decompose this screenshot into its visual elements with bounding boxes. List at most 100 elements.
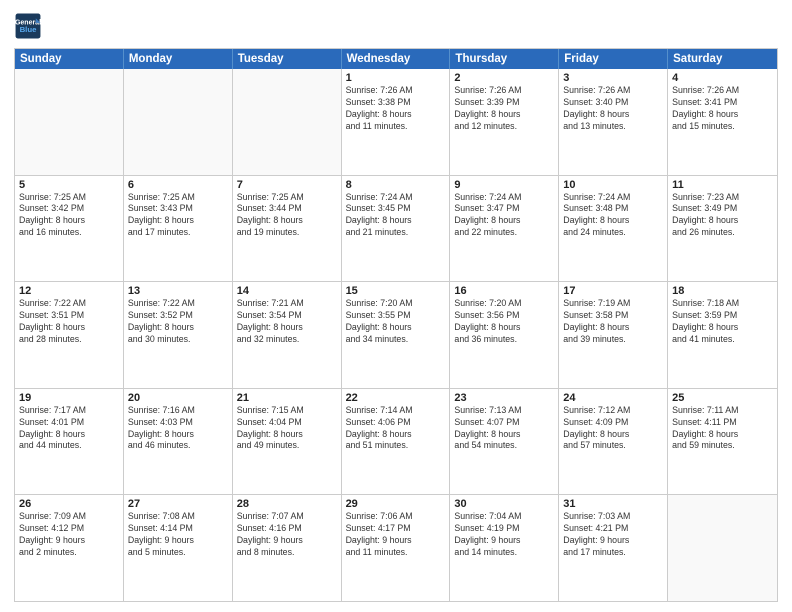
header-day-wednesday: Wednesday — [342, 49, 451, 69]
cell-info: Sunrise: 7:24 AM Sunset: 3:47 PM Dayligh… — [454, 192, 554, 240]
day-number: 29 — [346, 498, 446, 510]
calendar-cell: 10Sunrise: 7:24 AM Sunset: 3:48 PM Dayli… — [559, 176, 668, 282]
calendar-cell: 15Sunrise: 7:20 AM Sunset: 3:55 PM Dayli… — [342, 282, 451, 388]
cell-info: Sunrise: 7:18 AM Sunset: 3:59 PM Dayligh… — [672, 298, 773, 346]
calendar-row-4: 26Sunrise: 7:09 AM Sunset: 4:12 PM Dayli… — [15, 494, 777, 601]
header-day-tuesday: Tuesday — [233, 49, 342, 69]
header-day-thursday: Thursday — [450, 49, 559, 69]
calendar-cell — [233, 69, 342, 175]
day-number: 24 — [563, 392, 663, 404]
day-number: 26 — [19, 498, 119, 510]
day-number: 20 — [128, 392, 228, 404]
cell-info: Sunrise: 7:26 AM Sunset: 3:41 PM Dayligh… — [672, 85, 773, 133]
header-day-friday: Friday — [559, 49, 668, 69]
cell-info: Sunrise: 7:07 AM Sunset: 4:16 PM Dayligh… — [237, 511, 337, 559]
calendar-cell: 20Sunrise: 7:16 AM Sunset: 4:03 PM Dayli… — [124, 389, 233, 495]
cell-info: Sunrise: 7:25 AM Sunset: 3:42 PM Dayligh… — [19, 192, 119, 240]
header-day-sunday: Sunday — [15, 49, 124, 69]
cell-info: Sunrise: 7:23 AM Sunset: 3:49 PM Dayligh… — [672, 192, 773, 240]
day-number: 11 — [672, 179, 773, 191]
svg-text:Blue: Blue — [20, 25, 38, 34]
day-number: 1 — [346, 72, 446, 84]
cell-info: Sunrise: 7:04 AM Sunset: 4:19 PM Dayligh… — [454, 511, 554, 559]
calendar-cell: 8Sunrise: 7:24 AM Sunset: 3:45 PM Daylig… — [342, 176, 451, 282]
calendar-cell: 7Sunrise: 7:25 AM Sunset: 3:44 PM Daylig… — [233, 176, 342, 282]
cell-info: Sunrise: 7:08 AM Sunset: 4:14 PM Dayligh… — [128, 511, 228, 559]
calendar-cell: 23Sunrise: 7:13 AM Sunset: 4:07 PM Dayli… — [450, 389, 559, 495]
cell-info: Sunrise: 7:20 AM Sunset: 3:55 PM Dayligh… — [346, 298, 446, 346]
cell-info: Sunrise: 7:20 AM Sunset: 3:56 PM Dayligh… — [454, 298, 554, 346]
day-number: 18 — [672, 285, 773, 297]
day-number: 15 — [346, 285, 446, 297]
calendar-header: SundayMondayTuesdayWednesdayThursdayFrid… — [15, 49, 777, 69]
calendar-row-3: 19Sunrise: 7:17 AM Sunset: 4:01 PM Dayli… — [15, 388, 777, 495]
cell-info: Sunrise: 7:16 AM Sunset: 4:03 PM Dayligh… — [128, 405, 228, 453]
day-number: 21 — [237, 392, 337, 404]
cell-info: Sunrise: 7:22 AM Sunset: 3:51 PM Dayligh… — [19, 298, 119, 346]
calendar-cell: 12Sunrise: 7:22 AM Sunset: 3:51 PM Dayli… — [15, 282, 124, 388]
day-number: 8 — [346, 179, 446, 191]
cell-info: Sunrise: 7:13 AM Sunset: 4:07 PM Dayligh… — [454, 405, 554, 453]
calendar-cell: 27Sunrise: 7:08 AM Sunset: 4:14 PM Dayli… — [124, 495, 233, 601]
cell-info: Sunrise: 7:24 AM Sunset: 3:45 PM Dayligh… — [346, 192, 446, 240]
calendar-cell: 14Sunrise: 7:21 AM Sunset: 3:54 PM Dayli… — [233, 282, 342, 388]
calendar-row-2: 12Sunrise: 7:22 AM Sunset: 3:51 PM Dayli… — [15, 281, 777, 388]
cell-info: Sunrise: 7:22 AM Sunset: 3:52 PM Dayligh… — [128, 298, 228, 346]
day-number: 6 — [128, 179, 228, 191]
calendar-cell: 11Sunrise: 7:23 AM Sunset: 3:49 PM Dayli… — [668, 176, 777, 282]
cell-info: Sunrise: 7:09 AM Sunset: 4:12 PM Dayligh… — [19, 511, 119, 559]
cell-info: Sunrise: 7:17 AM Sunset: 4:01 PM Dayligh… — [19, 405, 119, 453]
cell-info: Sunrise: 7:06 AM Sunset: 4:17 PM Dayligh… — [346, 511, 446, 559]
day-number: 31 — [563, 498, 663, 510]
calendar-cell: 4Sunrise: 7:26 AM Sunset: 3:41 PM Daylig… — [668, 69, 777, 175]
day-number: 10 — [563, 179, 663, 191]
cell-info: Sunrise: 7:11 AM Sunset: 4:11 PM Dayligh… — [672, 405, 773, 453]
header-day-monday: Monday — [124, 49, 233, 69]
calendar-cell: 2Sunrise: 7:26 AM Sunset: 3:39 PM Daylig… — [450, 69, 559, 175]
day-number: 2 — [454, 72, 554, 84]
calendar-cell: 17Sunrise: 7:19 AM Sunset: 3:58 PM Dayli… — [559, 282, 668, 388]
day-number: 4 — [672, 72, 773, 84]
cell-info: Sunrise: 7:26 AM Sunset: 3:38 PM Dayligh… — [346, 85, 446, 133]
calendar-cell: 22Sunrise: 7:14 AM Sunset: 4:06 PM Dayli… — [342, 389, 451, 495]
cell-info: Sunrise: 7:12 AM Sunset: 4:09 PM Dayligh… — [563, 405, 663, 453]
calendar-cell: 9Sunrise: 7:24 AM Sunset: 3:47 PM Daylig… — [450, 176, 559, 282]
calendar-body: 1Sunrise: 7:26 AM Sunset: 3:38 PM Daylig… — [15, 69, 777, 601]
calendar-cell: 24Sunrise: 7:12 AM Sunset: 4:09 PM Dayli… — [559, 389, 668, 495]
calendar-cell: 18Sunrise: 7:18 AM Sunset: 3:59 PM Dayli… — [668, 282, 777, 388]
calendar-cell: 29Sunrise: 7:06 AM Sunset: 4:17 PM Dayli… — [342, 495, 451, 601]
calendar-cell — [668, 495, 777, 601]
day-number: 19 — [19, 392, 119, 404]
day-number: 12 — [19, 285, 119, 297]
logo-icon: General Blue — [14, 12, 42, 40]
calendar-row-1: 5Sunrise: 7:25 AM Sunset: 3:42 PM Daylig… — [15, 175, 777, 282]
calendar-cell: 16Sunrise: 7:20 AM Sunset: 3:56 PM Dayli… — [450, 282, 559, 388]
calendar-cell: 30Sunrise: 7:04 AM Sunset: 4:19 PM Dayli… — [450, 495, 559, 601]
day-number: 17 — [563, 285, 663, 297]
cell-info: Sunrise: 7:14 AM Sunset: 4:06 PM Dayligh… — [346, 405, 446, 453]
calendar-cell: 28Sunrise: 7:07 AM Sunset: 4:16 PM Dayli… — [233, 495, 342, 601]
cell-info: Sunrise: 7:15 AM Sunset: 4:04 PM Dayligh… — [237, 405, 337, 453]
day-number: 27 — [128, 498, 228, 510]
calendar-cell: 19Sunrise: 7:17 AM Sunset: 4:01 PM Dayli… — [15, 389, 124, 495]
calendar-cell: 1Sunrise: 7:26 AM Sunset: 3:38 PM Daylig… — [342, 69, 451, 175]
day-number: 9 — [454, 179, 554, 191]
calendar-cell — [124, 69, 233, 175]
calendar-row-0: 1Sunrise: 7:26 AM Sunset: 3:38 PM Daylig… — [15, 69, 777, 175]
logo: General Blue — [14, 12, 42, 40]
header-day-saturday: Saturday — [668, 49, 777, 69]
day-number: 5 — [19, 179, 119, 191]
cell-info: Sunrise: 7:25 AM Sunset: 3:44 PM Dayligh… — [237, 192, 337, 240]
day-number: 23 — [454, 392, 554, 404]
calendar-cell: 13Sunrise: 7:22 AM Sunset: 3:52 PM Dayli… — [124, 282, 233, 388]
cell-info: Sunrise: 7:26 AM Sunset: 3:40 PM Dayligh… — [563, 85, 663, 133]
calendar-cell: 5Sunrise: 7:25 AM Sunset: 3:42 PM Daylig… — [15, 176, 124, 282]
cell-info: Sunrise: 7:03 AM Sunset: 4:21 PM Dayligh… — [563, 511, 663, 559]
calendar-cell: 25Sunrise: 7:11 AM Sunset: 4:11 PM Dayli… — [668, 389, 777, 495]
day-number: 7 — [237, 179, 337, 191]
day-number: 28 — [237, 498, 337, 510]
cell-info: Sunrise: 7:19 AM Sunset: 3:58 PM Dayligh… — [563, 298, 663, 346]
calendar-cell — [15, 69, 124, 175]
cell-info: Sunrise: 7:25 AM Sunset: 3:43 PM Dayligh… — [128, 192, 228, 240]
calendar-cell: 21Sunrise: 7:15 AM Sunset: 4:04 PM Dayli… — [233, 389, 342, 495]
